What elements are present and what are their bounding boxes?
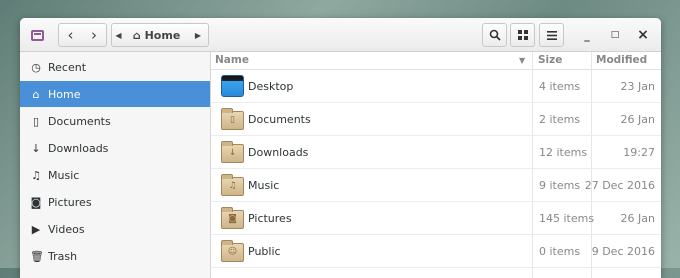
column-name-header[interactable]: Name (215, 54, 249, 66)
close-button[interactable]: × (631, 23, 655, 47)
menu-button[interactable] (539, 23, 564, 47)
file-name: Documents (248, 113, 311, 126)
sidebar-item-label: Documents (48, 114, 111, 128)
file-size: 4 items (539, 80, 581, 93)
file-name: Desktop (248, 80, 294, 93)
documents-folder-icon: ▯ (221, 108, 244, 130)
file-row-documents[interactable]: ▯ Documents 2 items 26 Jan (211, 103, 661, 136)
file-manager-window: ‹ › ◀ ⌂ Home ▶ _ □ × ◷ Recent ⌂ Home ▯ D… (20, 18, 661, 278)
search-icon (489, 29, 501, 41)
home-icon: ⌂ (132, 28, 141, 42)
maximize-button[interactable]: □ (603, 23, 627, 47)
column-header: Name ▼ Size Modified (211, 52, 661, 70)
file-row-pictures[interactable]: ◙ Pictures 145 items 26 Jan (211, 202, 661, 235)
sidebar-item-label: Videos (48, 222, 85, 236)
file-size: 0 items (539, 245, 581, 258)
close-icon: × (637, 27, 649, 43)
path-home-button[interactable]: ⌂ Home (125, 23, 189, 47)
sidebar-item-label: Home (48, 87, 81, 101)
file-name: Pictures (248, 212, 292, 225)
file-modified: 26 Jan (620, 113, 655, 126)
minimize-button[interactable]: _ (575, 23, 599, 47)
trash-icon: 🗑 (30, 249, 44, 263)
file-size: 145 items (539, 212, 595, 225)
sidebar-item-recent[interactable]: ◷ Recent (20, 54, 210, 80)
music-icon: ♫ (31, 168, 41, 182)
header-bar: ‹ › ◀ ⌂ Home ▶ _ □ × (20, 18, 661, 52)
app-menu-button[interactable] (25, 23, 49, 47)
hamburger-icon (546, 30, 557, 40)
file-row-music[interactable]: ♫ Music 9 items 27 Dec 2016 (211, 169, 661, 202)
video-icon: ▶ (31, 222, 41, 236)
maximize-icon: □ (610, 30, 620, 40)
downloads-folder-icon: ↓ (221, 141, 244, 163)
triangle-left-icon: ◀ (115, 30, 122, 40)
sidebar-item-label: Recent (48, 60, 87, 74)
home-icon: ⌂ (32, 87, 40, 101)
file-row-downloads[interactable]: ↓ Downloads 12 items 19:27 (211, 136, 661, 169)
sidebar-item-videos[interactable]: ▶ Videos (20, 216, 210, 242)
sidebar-item-trash[interactable]: 🗑 Trash (20, 243, 210, 269)
file-size: 9 items (539, 179, 581, 192)
file-name: Public (248, 245, 281, 258)
sidebar-item-home[interactable]: ⌂ Home (20, 81, 210, 107)
sidebar: ◷ Recent ⌂ Home ▯ Documents ↓ Downloads … (20, 52, 211, 278)
chevron-left-icon: ‹ (67, 26, 74, 44)
chevron-right-icon: › (91, 26, 97, 44)
sidebar-item-label: Trash (48, 249, 78, 263)
desktop-folder-icon (221, 75, 244, 97)
column-size-header[interactable]: Size (538, 54, 562, 66)
back-button[interactable]: ‹ (58, 23, 83, 47)
grid-view-button[interactable] (510, 23, 535, 47)
pictures-folder-icon: ◙ (221, 207, 244, 229)
sidebar-item-music[interactable]: ♫ Music (20, 162, 210, 188)
files-app-icon (30, 29, 44, 41)
search-button[interactable] (482, 23, 507, 47)
file-size: 12 items (539, 146, 588, 159)
file-modified: 26 Jan (620, 212, 655, 225)
camera-icon: ◙ (30, 195, 42, 209)
file-list-view: Name ▼ Size Modified Desktop 4 items 23 … (211, 52, 661, 278)
sidebar-item-label: Music (48, 168, 80, 182)
forward-button[interactable]: › (82, 23, 107, 47)
download-icon: ↓ (31, 141, 41, 155)
sidebar-item-downloads[interactable]: ↓ Downloads (20, 135, 210, 161)
triangle-right-icon: ▶ (194, 30, 202, 40)
sidebar-item-pictures[interactable]: ◙ Pictures (20, 189, 210, 215)
path-scroll-right-button[interactable]: ▶ (188, 23, 209, 47)
file-modified: 27 Dec 2016 (584, 179, 655, 192)
file-modified: 19:27 (623, 146, 655, 159)
file-name: Music (248, 179, 280, 192)
public-folder-icon: ☺ (221, 240, 244, 262)
file-size: 2 items (539, 113, 581, 126)
column-modified-header[interactable]: Modified (596, 54, 647, 66)
file-modified: 23 Jan (620, 80, 655, 93)
document-icon: ▯ (32, 114, 40, 128)
sort-descending-icon: ▼ (519, 56, 526, 65)
sidebar-item-label: Pictures (48, 195, 92, 209)
sidebar-item-documents[interactable]: ▯ Documents (20, 108, 210, 134)
minimize-icon: _ (584, 28, 590, 42)
grid-icon (517, 30, 528, 40)
file-name: Downloads (248, 146, 309, 159)
sidebar-item-label: Downloads (48, 141, 109, 155)
file-row-public[interactable]: ☺ Public 0 items 9 Dec 2016 (211, 235, 661, 268)
file-modified: 9 Dec 2016 (591, 245, 655, 258)
path-home-label: Home (144, 28, 181, 42)
file-row-desktop[interactable]: Desktop 4 items 23 Jan (211, 70, 661, 103)
music-folder-icon: ♫ (221, 174, 244, 196)
path-scroll-left-button[interactable]: ◀ (111, 23, 126, 47)
clock-icon: ◷ (31, 60, 41, 74)
